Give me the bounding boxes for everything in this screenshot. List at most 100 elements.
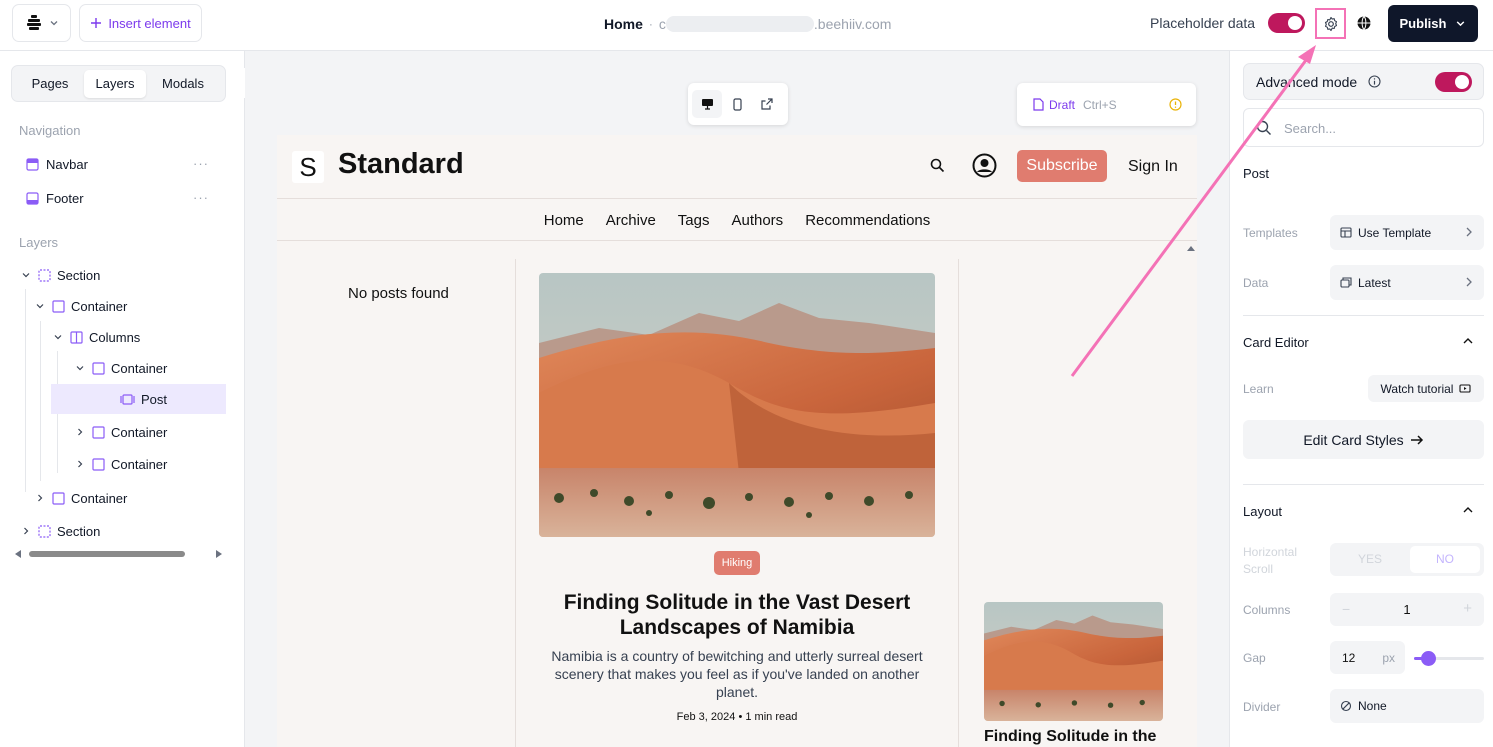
advanced-mode-toggle[interactable] xyxy=(1435,72,1472,92)
tab-pages[interactable]: Pages xyxy=(16,70,84,98)
draft-shortcut: Ctrl+S xyxy=(1083,97,1117,112)
open-preview-button[interactable] xyxy=(752,90,782,118)
horizontal-scroll-yes[interactable]: YES xyxy=(1334,546,1406,573)
data-select[interactable]: Latest xyxy=(1330,265,1484,300)
layer-container[interactable]: Container xyxy=(34,486,127,510)
layer-label: Container xyxy=(111,456,168,472)
nav-item-footer[interactable]: Footer xyxy=(26,187,84,209)
layer-container[interactable]: Container xyxy=(74,356,167,380)
chevron-right-icon[interactable] xyxy=(34,493,46,503)
tab-modals[interactable]: Modals xyxy=(148,70,218,98)
gap-slider[interactable] xyxy=(1414,651,1484,666)
globe-button[interactable] xyxy=(1354,13,1374,33)
document-icon xyxy=(1033,98,1044,111)
layer-container[interactable]: Container xyxy=(74,452,167,476)
chevron-down-icon[interactable] xyxy=(34,301,46,311)
site-preview: S Standard Subscribe Sign In Home Archiv… xyxy=(277,135,1197,747)
layer-label: Section xyxy=(57,267,101,283)
gap-slider-handle[interactable] xyxy=(1421,651,1436,666)
post-tag-badge[interactable]: Hiking xyxy=(714,551,760,575)
tab-layers[interactable]: Layers xyxy=(84,70,146,98)
site-nav-home[interactable]: Home xyxy=(533,212,595,229)
top-bar: Insert element Home · c .beehiiv.com Pla… xyxy=(0,0,1493,51)
chevron-right-icon xyxy=(1464,226,1474,238)
draft-label: Draft xyxy=(1049,97,1076,112)
layer-label: Container xyxy=(71,298,128,314)
search-icon[interactable] xyxy=(930,158,945,173)
subscribe-button[interactable]: Subscribe xyxy=(1017,150,1107,182)
publish-button[interactable]: Publish xyxy=(1388,5,1478,42)
user-icon[interactable] xyxy=(972,153,997,178)
gear-icon xyxy=(1323,16,1339,32)
layer-container[interactable]: Container xyxy=(74,420,167,444)
chevron-right-icon[interactable] xyxy=(74,427,86,437)
mobile-view-button[interactable] xyxy=(722,90,752,118)
layer-columns[interactable]: Columns xyxy=(52,325,140,349)
horizontal-scroll-toggle: YES NO xyxy=(1330,543,1484,576)
layer-container[interactable]: Container xyxy=(34,294,127,318)
columns-value[interactable]: 1 xyxy=(1330,602,1484,617)
domain-suffix: .beehiiv.com xyxy=(813,16,892,32)
data-label: Data xyxy=(1243,276,1269,290)
watch-tutorial-button[interactable]: Watch tutorial xyxy=(1368,375,1484,402)
chevron-down-icon[interactable] xyxy=(74,363,86,373)
gap-value: 12 xyxy=(1342,651,1356,665)
columns-label: Columns xyxy=(1243,603,1291,617)
placeholder-data-toggle[interactable] xyxy=(1268,13,1305,33)
post-title[interactable]: Finding Solitude in the Vast Desert Land… xyxy=(539,590,935,640)
post-hero-image[interactable] xyxy=(539,273,935,537)
redacted-domain xyxy=(665,16,814,32)
site-nav-recommendations[interactable]: Recommendations xyxy=(794,212,941,229)
divider-value: None xyxy=(1358,699,1387,713)
card-editor-title[interactable]: Card Editor xyxy=(1243,335,1309,350)
post-meta: Feb 3, 2024 • 1 min read xyxy=(539,711,935,723)
info-icon[interactable] xyxy=(1368,75,1381,88)
site-nav-tags[interactable]: Tags xyxy=(667,212,721,229)
chevron-down-icon[interactable] xyxy=(20,270,32,280)
draft-status[interactable]: Draft Ctrl+S xyxy=(1017,83,1196,126)
left-panel: Pages Layers Modals Navigation Navbar ··… xyxy=(0,51,245,747)
desktop-view-button[interactable] xyxy=(692,90,722,118)
post-title-2[interactable]: Finding Solitude in the xyxy=(984,728,1156,746)
app-menu-button[interactable] xyxy=(12,4,71,42)
columns-increment-button[interactable]: + xyxy=(1463,600,1472,617)
gap-input[interactable]: 12 px xyxy=(1330,641,1405,674)
navbar-more-button[interactable]: ··· xyxy=(193,156,209,171)
site-name[interactable]: Standard xyxy=(338,148,464,181)
horizontal-scroll-no[interactable]: NO xyxy=(1410,546,1480,573)
chevron-down-icon[interactable] xyxy=(52,332,64,342)
layout-title[interactable]: Layout xyxy=(1243,504,1282,519)
chevron-right-icon[interactable] xyxy=(74,459,86,469)
layer-label: Container xyxy=(71,490,128,506)
chevron-up-icon[interactable] xyxy=(1462,505,1474,515)
editor-canvas: Draft Ctrl+S S Standard Subscribe Sign I… xyxy=(245,51,1229,747)
sign-in-link[interactable]: Sign In xyxy=(1128,158,1178,176)
footer-more-button[interactable]: ··· xyxy=(193,190,209,205)
divider-label: Divider xyxy=(1243,700,1281,714)
settings-button[interactable] xyxy=(1315,8,1346,39)
site-nav-authors[interactable]: Authors xyxy=(720,212,794,229)
nav-item-navbar[interactable]: Navbar xyxy=(26,153,88,175)
site-logo[interactable]: S xyxy=(292,151,324,183)
layer-section[interactable]: Section xyxy=(20,263,100,287)
search-input[interactable] xyxy=(1284,118,1474,138)
tree-guide xyxy=(40,321,41,481)
divider-select[interactable]: None xyxy=(1330,689,1484,723)
navigation-title: Navigation xyxy=(19,123,81,138)
preview-vertical-scrollbar[interactable] xyxy=(1185,241,1197,747)
edit-card-styles-button[interactable]: Edit Card Styles xyxy=(1243,420,1484,459)
edit-card-styles-label: Edit Card Styles xyxy=(1303,431,1404,448)
post-thumbnail-image[interactable] xyxy=(984,602,1163,721)
page-name: Home xyxy=(604,16,643,32)
horizontal-scroll-label-line: Scroll xyxy=(1243,562,1274,576)
warning-icon[interactable] xyxy=(1169,98,1182,111)
insert-element-button[interactable]: Insert element xyxy=(79,4,202,42)
layer-post[interactable]: Post xyxy=(120,387,167,411)
layers-horizontal-scrollbar[interactable] xyxy=(15,549,222,559)
chevron-right-icon[interactable] xyxy=(20,526,32,536)
layer-label: Container xyxy=(111,360,168,376)
chevron-up-icon[interactable] xyxy=(1462,336,1474,346)
layer-section[interactable]: Section xyxy=(20,519,100,543)
site-nav-archive[interactable]: Archive xyxy=(595,212,667,229)
templates-select[interactable]: Use Template xyxy=(1330,215,1484,250)
